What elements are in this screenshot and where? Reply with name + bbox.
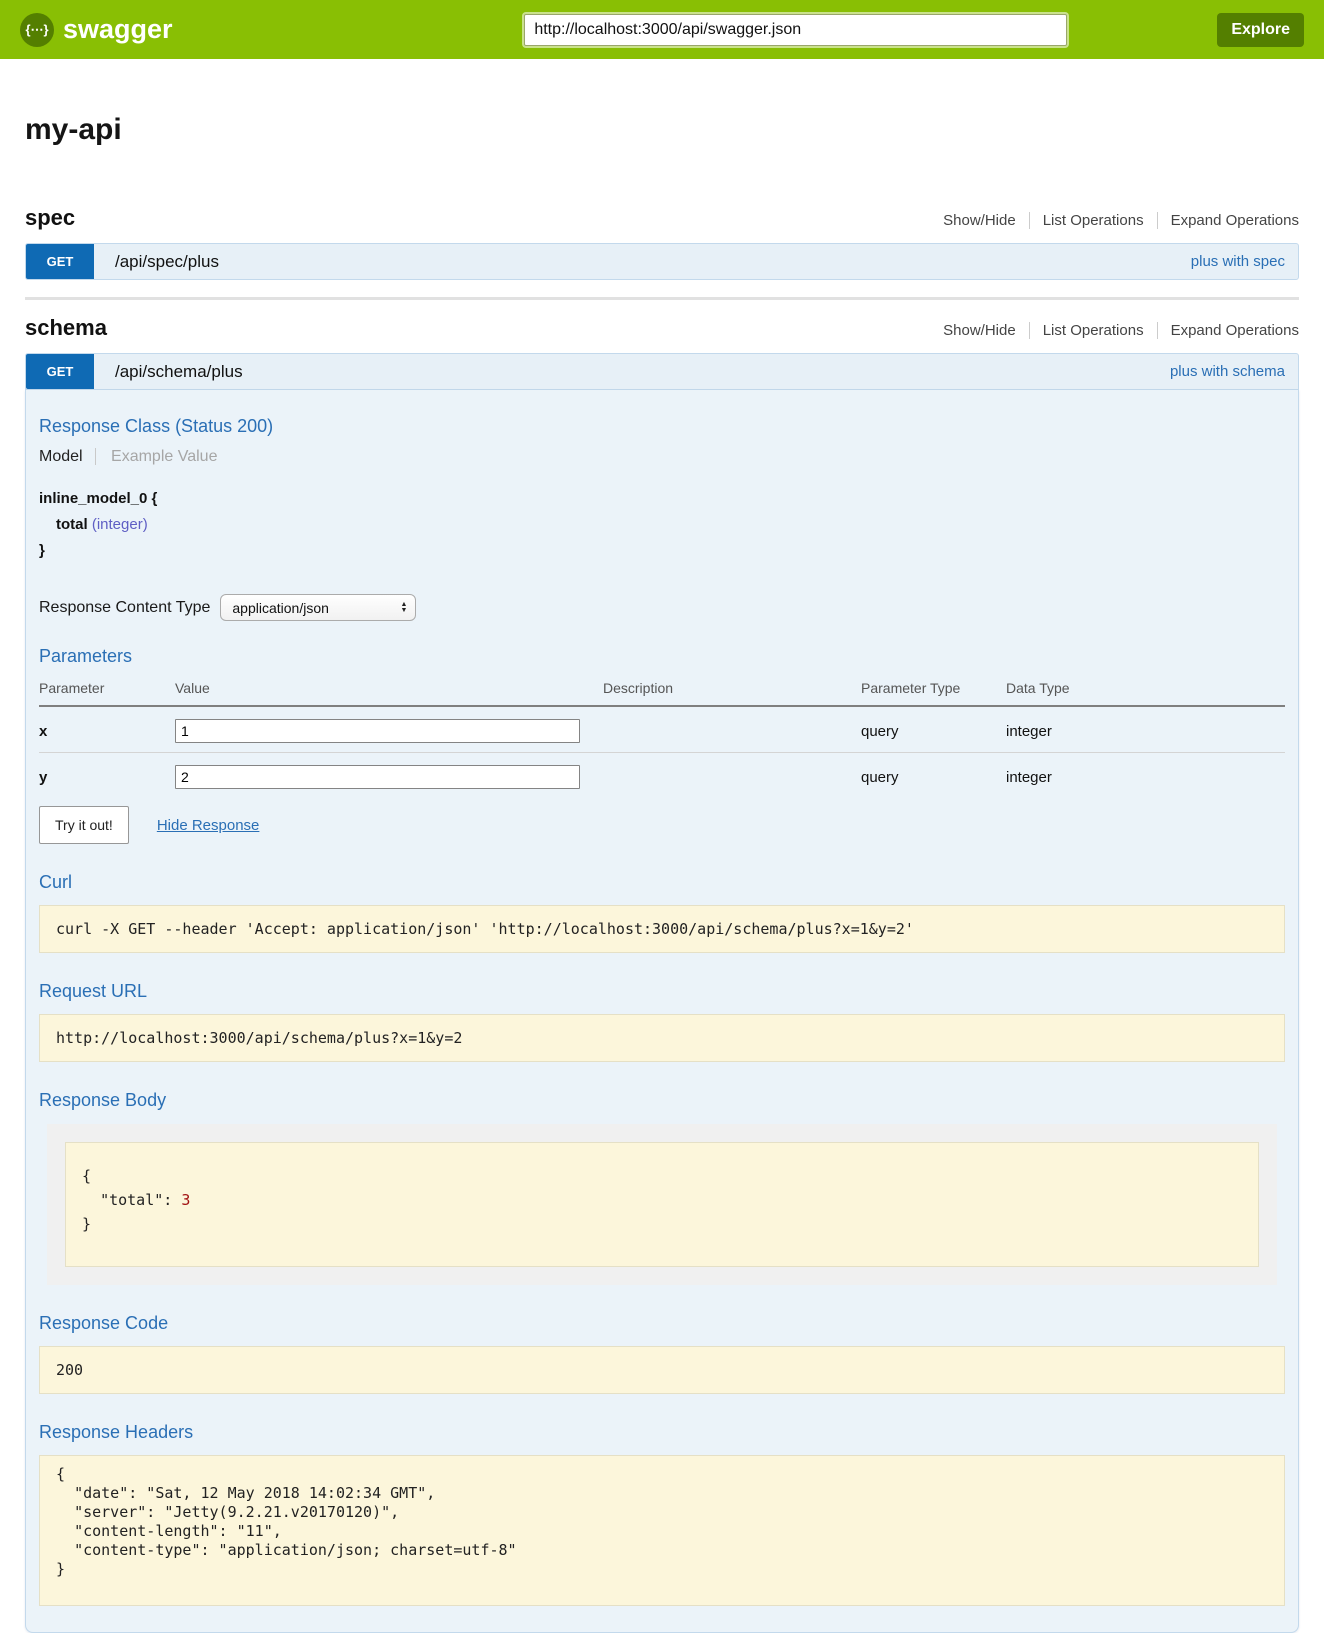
- tab-model[interactable]: Model: [39, 448, 96, 465]
- headers-line: }: [56, 1560, 1268, 1579]
- json-total-line: "total": 3: [82, 1188, 1242, 1212]
- get-method-badge: GET: [26, 244, 94, 279]
- operation-panel: Response Class (Status 200) Model Exampl…: [25, 390, 1299, 1633]
- headers-line: {: [56, 1465, 1268, 1484]
- section-header-spec: spec Show/Hide List Operations Expand Oper…: [25, 205, 1299, 231]
- endpoint-spec-plus[interactable]: GET /api/spec/plus plus with spec: [25, 243, 1299, 280]
- param-row-y: y query integer: [39, 753, 1285, 799]
- model-property-line: total (integer): [39, 512, 1285, 538]
- param-description: [603, 753, 861, 799]
- list-operations-link[interactable]: List Operations: [1029, 212, 1144, 229]
- headers-line: "server": "Jetty(9.2.21.v20170120)",: [56, 1503, 1268, 1522]
- response-code-heading: Response Code: [39, 1313, 1285, 1334]
- select-arrows-icon: ▲▼: [400, 602, 407, 614]
- list-operations-link[interactable]: List Operations: [1029, 322, 1144, 339]
- selected-content-type: application/json: [232, 600, 329, 616]
- model-signature: inline_model_0 { total (integer) }: [39, 486, 1285, 564]
- col-header-parameter-type: Parameter Type: [861, 672, 1006, 706]
- try-it-out-button[interactable]: Try it out!: [39, 806, 129, 844]
- model-property-name: total: [56, 516, 88, 533]
- section-controls-schema: Show/Hide List Operations Expand Operation…: [943, 322, 1299, 339]
- section-header-schema: schema Show/Hide List Operations Expand Op…: [25, 315, 1299, 341]
- response-content-type-row: Response Content Type application/json ▲…: [39, 594, 1285, 621]
- json-close-brace: }: [82, 1212, 1242, 1236]
- col-header-value: Value: [175, 672, 603, 706]
- response-content-type-select[interactable]: application/json ▲▼: [220, 594, 416, 621]
- response-body-heading: Response Body: [39, 1090, 1285, 1111]
- try-row: Try it out! Hide Response: [39, 806, 1285, 844]
- param-type: query: [861, 706, 1006, 753]
- col-header-description: Description: [603, 672, 861, 706]
- section-title-schema[interactable]: schema: [25, 315, 107, 341]
- model-property-type: (integer): [92, 516, 148, 533]
- model-open-line: inline_model_0 {: [39, 486, 1285, 512]
- endpoint-summary-link[interactable]: plus with schema: [1170, 363, 1285, 380]
- response-body-container: { "total": 3}: [47, 1124, 1277, 1285]
- param-name: x: [39, 706, 175, 753]
- section-controls-spec: Show/Hide List Operations Expand Operation…: [943, 212, 1299, 229]
- param-description: [603, 706, 861, 753]
- param-data-type: integer: [1006, 753, 1285, 799]
- headers-line: "date": "Sat, 12 May 2018 14:02:34 GMT",: [56, 1484, 1268, 1503]
- curl-heading: Curl: [39, 872, 1285, 893]
- param-row-x: x query integer: [39, 706, 1285, 753]
- expand-operations-link[interactable]: Expand Operations: [1157, 322, 1299, 339]
- col-header-parameter: Parameter: [39, 672, 175, 706]
- get-method-badge: GET: [26, 354, 94, 389]
- response-code-value: 200: [39, 1346, 1285, 1394]
- tab-example-value[interactable]: Example Value: [111, 448, 217, 465]
- json-key: "total":: [82, 1191, 181, 1209]
- show-hide-link[interactable]: Show/Hide: [943, 322, 1016, 339]
- request-url-value: http://localhost:3000/api/schema/plus?x=…: [39, 1014, 1285, 1062]
- brand-title: swagger: [63, 14, 173, 45]
- endpoint-path-link[interactable]: /api/schema/plus: [115, 362, 243, 382]
- param-data-type: integer: [1006, 706, 1285, 753]
- model-close-line: }: [39, 538, 1285, 564]
- expand-operations-link[interactable]: Expand Operations: [1157, 212, 1299, 229]
- param-value-input-x[interactable]: [175, 719, 580, 743]
- page-title: my-api: [25, 113, 1299, 147]
- param-type: query: [861, 753, 1006, 799]
- header-bar: {⋯} swagger Explore: [0, 0, 1324, 59]
- explore-button[interactable]: Explore: [1217, 13, 1304, 47]
- response-headers-json: { "date": "Sat, 12 May 2018 14:02:34 GMT…: [39, 1455, 1285, 1606]
- spec-url-input[interactable]: [524, 14, 1067, 46]
- hide-response-link[interactable]: Hide Response: [157, 817, 260, 834]
- param-value-input-y[interactable]: [175, 765, 580, 789]
- param-name: y: [39, 753, 175, 799]
- section-title-spec[interactable]: spec: [25, 205, 75, 231]
- endpoint-summary-link[interactable]: plus with spec: [1191, 253, 1285, 270]
- curl-command: curl -X GET --header 'Accept: applicatio…: [39, 905, 1285, 953]
- endpoint-schema-plus[interactable]: GET /api/schema/plus plus with schema: [25, 353, 1299, 390]
- headers-line: "content-length": "11",: [56, 1522, 1268, 1541]
- request-url-heading: Request URL: [39, 981, 1285, 1002]
- json-open-brace: {: [82, 1164, 1242, 1188]
- show-hide-link[interactable]: Show/Hide: [943, 212, 1016, 229]
- section-divider: [25, 297, 1299, 300]
- parameters-heading: Parameters: [39, 646, 1285, 667]
- response-class-heading: Response Class (Status 200): [39, 416, 1285, 437]
- parameters-table: Parameter Value Description Parameter Ty…: [39, 672, 1285, 798]
- swagger-logo-icon: {⋯}: [20, 13, 54, 47]
- response-body-json: { "total": 3}: [65, 1142, 1259, 1267]
- endpoint-path-link[interactable]: /api/spec/plus: [115, 252, 219, 272]
- response-content-type-label: Response Content Type: [39, 599, 210, 617]
- col-header-data-type: Data Type: [1006, 672, 1285, 706]
- model-tabs: Model Example Value: [39, 448, 1285, 466]
- response-headers-heading: Response Headers: [39, 1422, 1285, 1443]
- json-number-value: 3: [181, 1191, 190, 1209]
